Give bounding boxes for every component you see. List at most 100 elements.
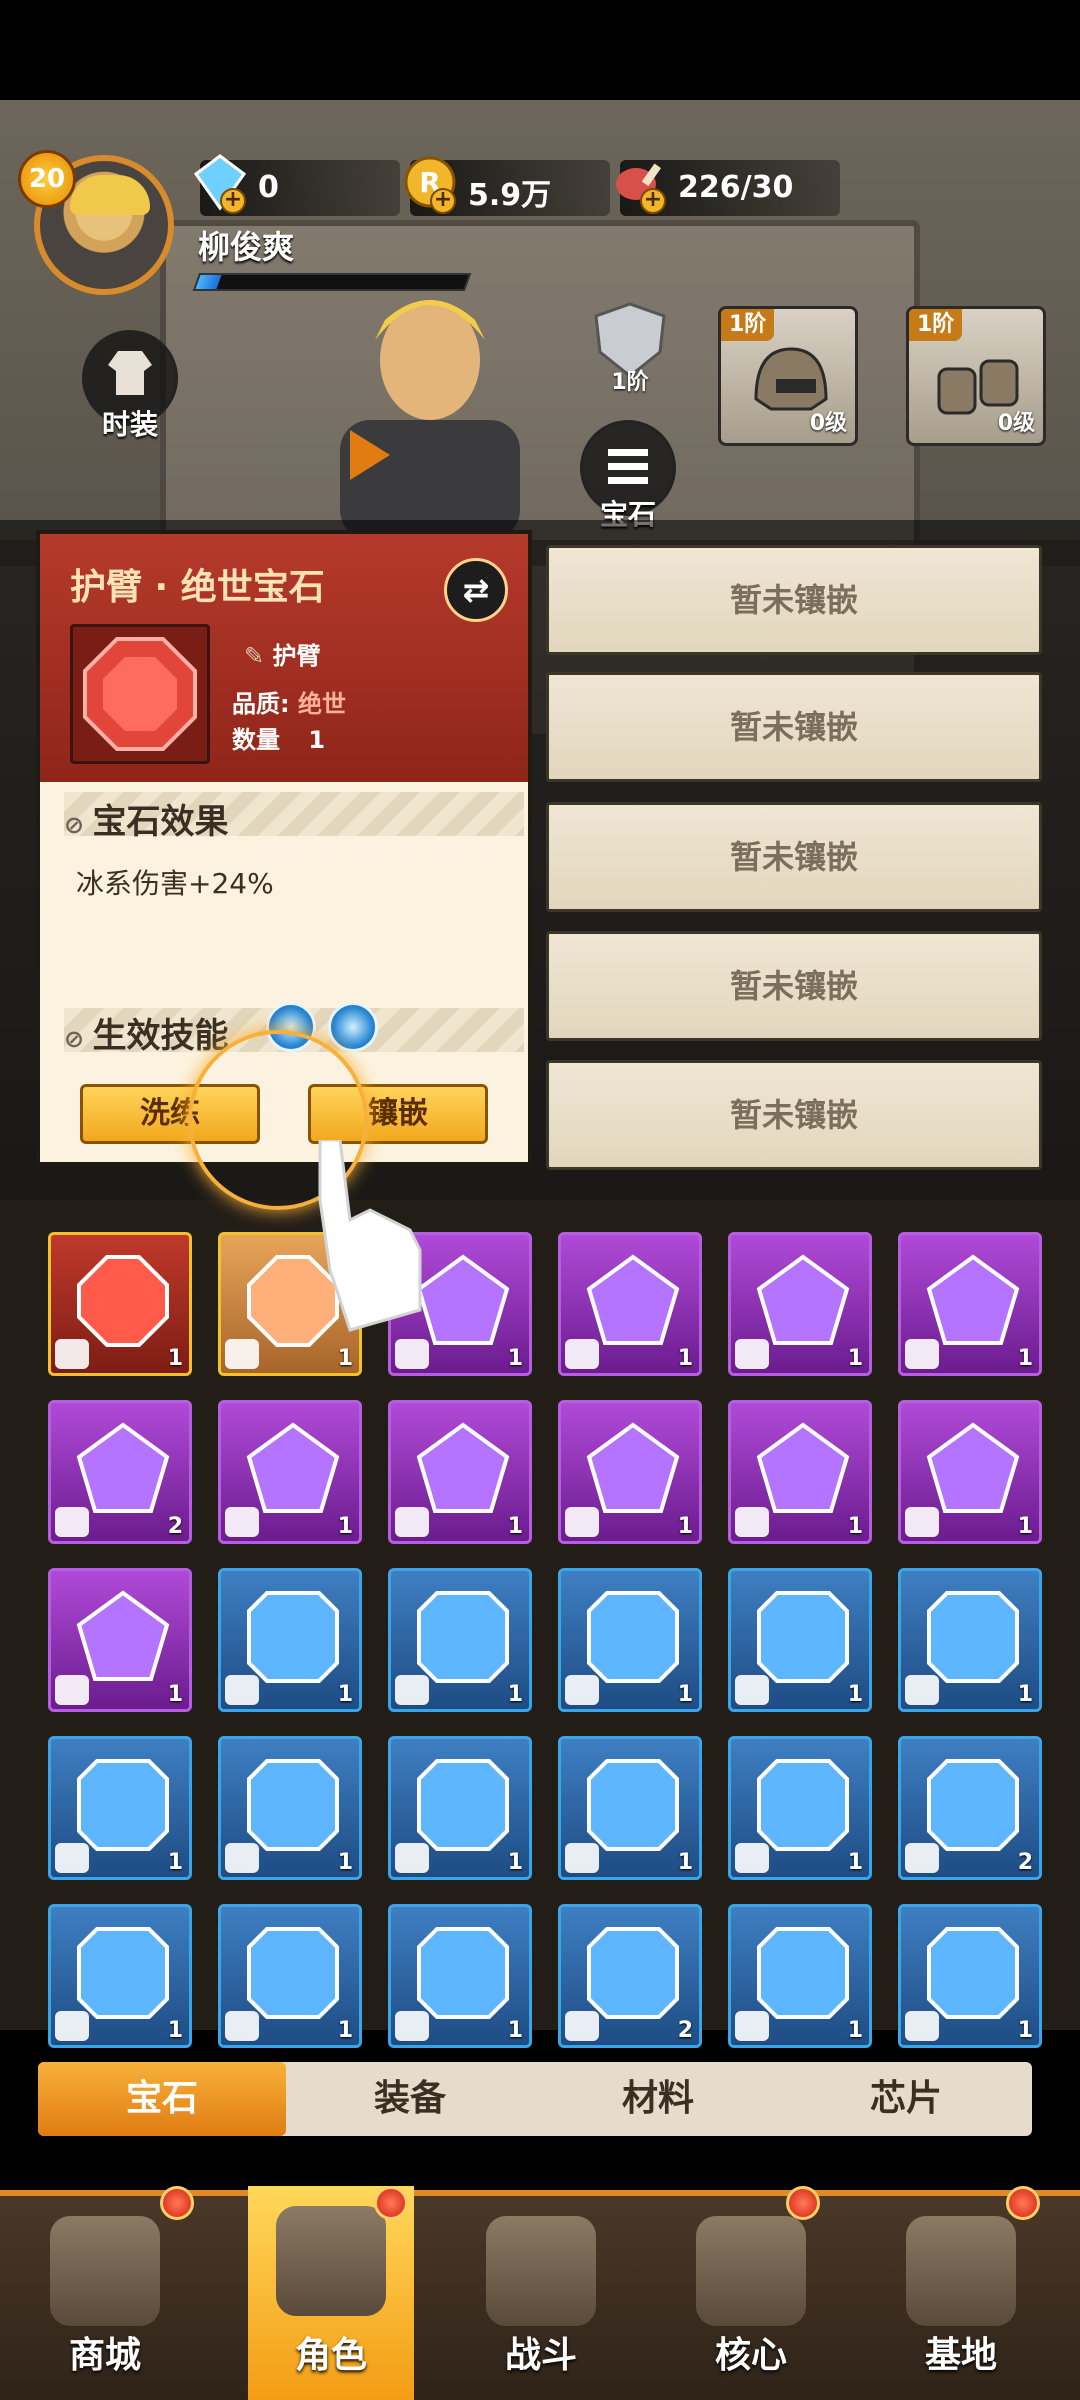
inventory-gem-cell[interactable]: 1 <box>218 1568 362 1712</box>
gloves-icon <box>395 1843 429 1873</box>
inventory-gem-cell[interactable]: 2 <box>48 1400 192 1544</box>
equipment-slot-helmet[interactable]: 1阶 0级 <box>718 306 858 446</box>
nav-battle[interactable]: 战斗 <box>436 2196 646 2400</box>
tab-chip[interactable]: 芯片 <box>782 2062 1030 2136</box>
gem-square-icon <box>77 1759 169 1851</box>
tab-gem[interactable]: 宝石 <box>38 2062 286 2136</box>
nav-core[interactable]: 核心 <box>646 2186 856 2400</box>
gem-square-icon <box>587 1591 679 1683</box>
gem-count: 1 <box>677 1346 693 1371</box>
gem-menu-button[interactable]: 宝石 <box>580 420 676 531</box>
boots-icon <box>565 1843 599 1873</box>
inventory-gem-cell[interactable]: 1 <box>898 1904 1042 2048</box>
inventory-gem-cell[interactable]: 1 <box>728 1904 872 2048</box>
armor-tier-badge[interactable]: 1阶 <box>588 300 672 400</box>
gem-square-icon <box>927 1927 1019 2019</box>
gem-count: 1 <box>1017 1514 1033 1539</box>
gem-square-icon <box>927 1591 1019 1683</box>
inventory-gem-cell[interactable]: 1 <box>728 1400 872 1544</box>
notification-dot <box>1006 2186 1040 2220</box>
card-part: 护臂 <box>272 642 321 670</box>
effect-header: ⊘ 宝石效果 <box>64 802 229 842</box>
pants-icon <box>225 1339 259 1369</box>
tab-material[interactable]: 材料 <box>534 2062 782 2136</box>
gem-square-icon <box>757 1591 849 1683</box>
tab-equipment[interactable]: 装备 <box>286 2062 534 2136</box>
gem-count: 1 <box>507 1346 523 1371</box>
gold-resource[interactable]: R + 5.9万 <box>404 156 610 216</box>
card-header: 护臂 · 绝世宝石 ⇄ ✎ 护臂 品质: 绝世 数量 1 <box>40 534 528 782</box>
gem-socket-2[interactable]: 暂未镶嵌 <box>546 672 1042 782</box>
inventory-gem-cell[interactable]: 2 <box>558 1904 702 2048</box>
inventory-gem-cell[interactable]: 1 <box>558 1400 702 1544</box>
effect-text: 冰系伤害+24% <box>76 867 274 900</box>
inventory-gem-cell[interactable]: 1 <box>218 1400 362 1544</box>
inventory-gem-cell[interactable]: 1 <box>48 1904 192 2048</box>
nav-character[interactable]: 角色 <box>248 2186 414 2400</box>
helmet-icon <box>395 1339 429 1369</box>
nav-character-label: 角色 <box>294 2335 367 2376</box>
nav-shop[interactable]: 商城 <box>0 2186 210 2400</box>
inventory-gem-cell[interactable]: 1 <box>388 1904 532 2048</box>
inventory-gem-cell[interactable]: 1 <box>728 1232 872 1376</box>
card-count-row: 数量 1 <box>232 720 325 755</box>
inventory-gem-cell[interactable]: 1 <box>218 1904 362 2048</box>
inventory-gem-cell[interactable]: 1 <box>558 1736 702 1880</box>
inventory-gem-cell[interactable]: 1 <box>728 1568 872 1712</box>
pants-icon <box>905 1507 939 1537</box>
inventory-gem-cell[interactable]: 1 <box>898 1232 1042 1376</box>
gem-square-icon <box>417 1591 509 1683</box>
fashion-button[interactable]: 时装 <box>82 330 178 441</box>
gloves-icon <box>55 1843 89 1873</box>
inventory-gem-cell[interactable]: 1 <box>388 1568 532 1712</box>
inventory-gem-cell[interactable]: 1 <box>898 1568 1042 1712</box>
quality-label: 品质: <box>232 690 290 718</box>
diamond-resource[interactable]: + 0 <box>193 154 400 216</box>
inventory-gem-cell[interactable]: 1 <box>898 1400 1042 1544</box>
inventory-gem-cell[interactable]: 1 <box>558 1568 702 1712</box>
xp-bar <box>192 273 472 291</box>
inventory-gem-cell[interactable]: 1 <box>558 1232 702 1376</box>
gem-socket-1[interactable]: 暂未镶嵌 <box>546 545 1042 655</box>
inventory-gem-cell[interactable]: 1 <box>218 1736 362 1880</box>
gem-count: 1 <box>337 1346 353 1371</box>
glove-icon <box>905 2011 939 2041</box>
inventory-gem-cell[interactable]: 1 <box>48 1736 192 1880</box>
helmet-icon <box>735 1675 769 1705</box>
gem-square-icon <box>417 1927 509 2019</box>
inventory-tabs: 宝石 装备 材料 芯片 <box>38 2062 1032 2136</box>
tutorial-hand-icon <box>318 1140 422 1332</box>
gem-count: 1 <box>337 1682 353 1707</box>
fashion-label: 时装 <box>101 408 158 441</box>
swap-icon[interactable]: ⇄ <box>444 558 508 622</box>
player-level-badge: 20 <box>18 150 76 208</box>
gold-add-icon[interactable]: + <box>430 188 456 214</box>
gem-square-icon <box>587 1759 679 1851</box>
inventory-gem-cell[interactable]: 2 <box>898 1736 1042 1880</box>
diamond-add-icon[interactable]: + <box>220 188 246 214</box>
gem-count: 1 <box>337 1514 353 1539</box>
gem-square-icon <box>247 1591 339 1683</box>
gem-socket-3[interactable]: 暂未镶嵌 <box>546 802 1042 912</box>
gem-count: 1 <box>847 1346 863 1371</box>
inventory-gem-cell[interactable]: 1 <box>388 1736 532 1880</box>
inventory-gem-cell[interactable]: 1 <box>728 1736 872 1880</box>
inventory-gem-cell[interactable]: 1 <box>48 1568 192 1712</box>
gem-count: 1 <box>1017 1346 1033 1371</box>
inventory-gem-cell[interactable]: 1 <box>388 1400 532 1544</box>
nav-base[interactable]: 基地 <box>856 2186 1066 2400</box>
character-figure <box>340 300 520 540</box>
gem-pentagon-icon <box>586 1254 680 1345</box>
gem-count: 1 <box>167 1682 183 1707</box>
inventory-gem-cell[interactable]: 1 <box>48 1232 192 1376</box>
stamina-add-icon[interactable]: + <box>640 188 666 214</box>
gem-socket-4[interactable]: 暂未镶嵌 <box>546 931 1042 1041</box>
count-label: 数量 <box>232 726 280 754</box>
gloves-icon <box>905 1675 939 1705</box>
gem-pentagon-icon <box>416 1422 510 1513</box>
stamina-resource[interactable]: + 226/30 <box>616 160 840 216</box>
equipment-slot-gauntlets[interactable]: 1阶 0级 <box>906 306 1046 446</box>
gem-socket-5[interactable]: 暂未镶嵌 <box>546 1060 1042 1170</box>
frost-skill-icon[interactable] <box>328 1002 378 1052</box>
gem-square-icon <box>247 1927 339 2019</box>
